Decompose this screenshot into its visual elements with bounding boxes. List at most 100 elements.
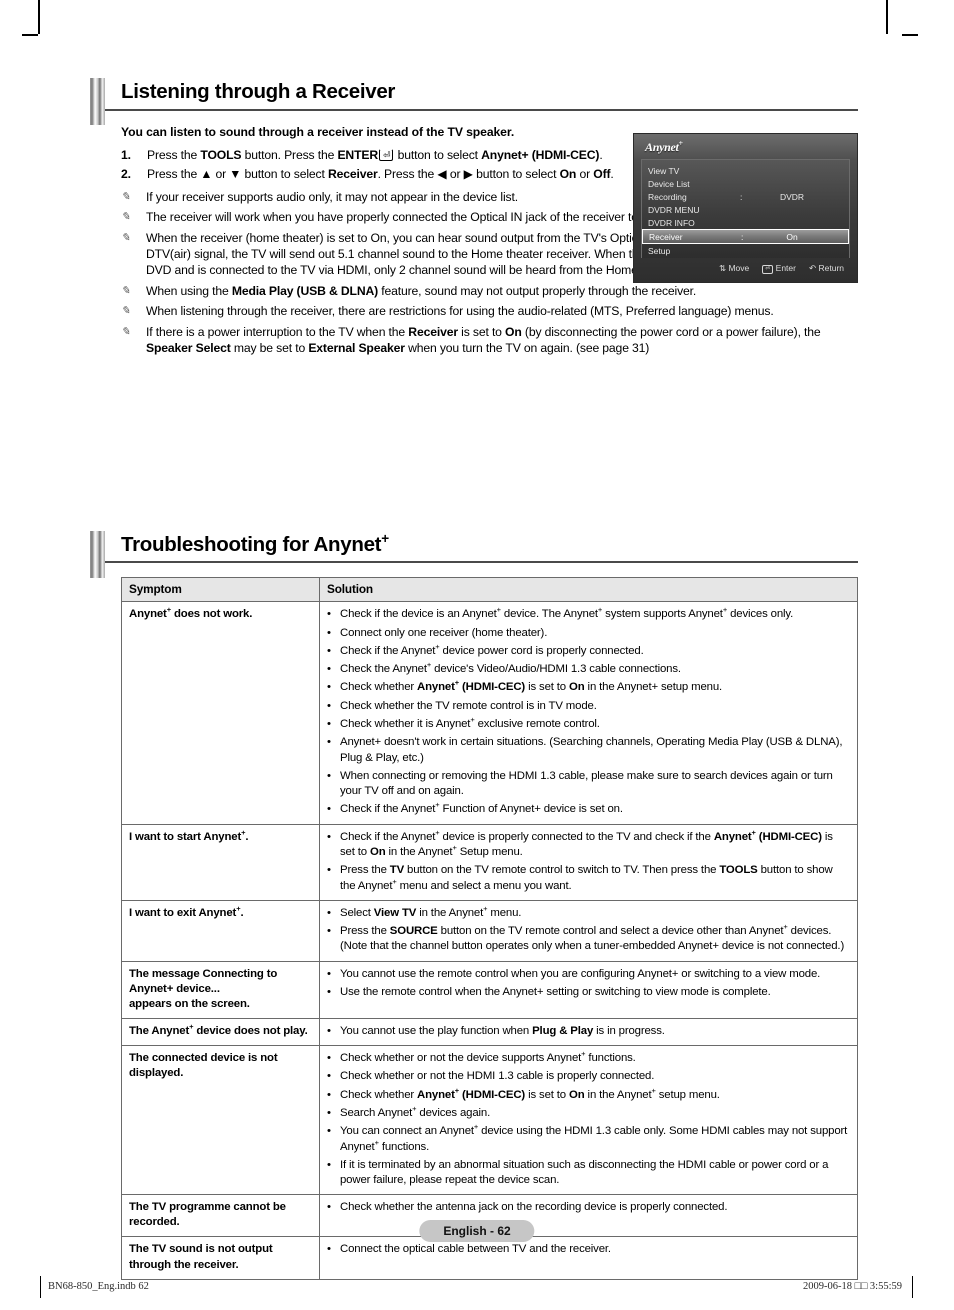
solution-text: Use the remote control when the Anynet+ … [340,985,771,998]
note-text: If there is a power interruption to the … [146,324,821,356]
osd-menu-item-selected[interactable]: Receiver : On [642,229,849,244]
osd-footer-hints: ⇅ Move ⏎ Enter ↶ Return [641,258,850,275]
solution-item: • Check whether or not the device suppor… [327,1049,850,1066]
solution-item: • Press the TV button on the TV remote c… [327,863,850,894]
osd-item-label: View TV [648,165,680,176]
solution-cell: • Check whether or not the device suppor… [319,1045,858,1196]
solution-text: Search Anynet+ devices again. [340,1104,491,1119]
solution-text: Select View TV in the Anynet+ menu. [340,904,522,919]
bullet-icon: • [327,1158,331,1171]
osd-hint-label: Enter [775,263,796,273]
solution-item: • Check whether it is Anynet+ exclusive … [327,716,850,732]
osd-item-value: On [786,231,798,242]
solution-text: When connecting or removing the HDMI 1.3… [340,769,833,798]
bullet-icon: • [327,681,331,694]
note-item: ✎ If there is a power interruption to th… [121,324,858,357]
symptom-text: Anynet+ does not work. [129,605,253,621]
bullet-icon: • [327,736,331,749]
solution-item: • You cannot use the play function when … [327,1024,850,1039]
solution-item: • Check whether Anynet+ (HDMI-CEC) is se… [327,679,850,695]
footer-timestamp: 2009-06-18 □□ 3:55:59 [802,1281,902,1292]
solution-item: • You can connect an Anynet+ device usin… [327,1122,850,1155]
symptom-cell: The TV sound is not output through the r… [121,1236,320,1280]
solution-text: Check whether or not the device supports… [340,1049,636,1065]
osd-menu-list: View TV Device List Recording : DVDR DVD… [641,159,850,258]
footer-file-meta: BN68-850_Eng.indb 62 [48,1281,149,1292]
symptom-text: The TV programme cannot be recorded. [129,1201,286,1229]
bullet-icon: • [327,803,331,816]
symptom-cell: The Anynet+ device does not play. [121,1017,320,1047]
solution-item: • Check the Anynet+ device's Video/Audio… [327,660,850,677]
table-header-row: Symptom Solution [121,577,858,603]
crop-mark-top-right [886,0,888,34]
solution-item: • Check if the Anynet+ Function of Anyne… [327,801,850,817]
osd-menu-item[interactable]: Device List [642,177,849,190]
section-troubleshooting: Troubleshooting for Anynet+ Symptom Solu… [90,530,858,1280]
osd-menu-item[interactable]: DVDR INFO [642,216,849,229]
section-accent-bar [90,78,105,125]
crop-mark-top-left [38,0,40,34]
bullet-icon: • [327,1201,331,1214]
solution-item: • Check if the device is an Anynet+ devi… [327,606,850,622]
anynet-logo-superscript: + [678,139,684,148]
note-text: When using the Media Play (USB & DLNA) f… [146,283,697,298]
osd-menu-item[interactable]: View TV [642,164,849,177]
solution-text: You cannot use the remote control when y… [340,967,821,980]
osd-hint-return: ↶ Return [809,263,844,275]
note-item: ✎ When listening through the receiver, t… [121,303,858,319]
table-row: The TV sound is not output through the r… [121,1236,858,1280]
crop-mark-left-top [22,34,38,36]
solution-cell: • Check if the device is an Anynet+ devi… [319,601,858,825]
enter-key-icon: ⏎ [379,148,394,161]
enter-key-icon: ⏎ [762,265,774,274]
solution-text: Anynet+ doesn't work in certain situatio… [340,736,843,764]
osd-item-label: DVDR MENU [648,204,700,215]
move-icon: ⇅ [718,263,727,273]
bullet-icon: • [327,1070,331,1083]
osd-item-label: Recording [648,191,687,202]
anynet-logo: Anynet+ [641,139,850,159]
solution-cell: • Check whether the antenna jack on the … [319,1194,858,1238]
table-row: The Anynet+ device does not play. • You … [121,1017,858,1047]
note-pencil-icon: ✎ [121,231,131,244]
troubleshooting-title-superscript: + [381,530,389,546]
solution-item: • Press the SOURCE button on the TV remo… [327,923,850,955]
solution-text: Check if the Anynet+ device power cord i… [340,642,644,657]
note-text: When listening through the receiver, the… [146,304,774,319]
bullet-icon: • [327,718,331,731]
section-header-troubleshooting: Troubleshooting for Anynet+ [90,530,858,578]
section-header: Listening through a Receiver [90,78,858,125]
solution-cell: • Check if the Anynet+ device is properl… [319,823,858,901]
bullet-icon: • [327,925,331,938]
bullet-icon: • [327,906,331,919]
solution-text: You can connect an Anynet+ device using … [340,1122,848,1153]
osd-item-label: Receiver [649,231,683,242]
solution-text: Check whether Anynet+ (HDMI-CEC) is set … [340,1085,720,1101]
bullet-icon: • [327,1243,331,1256]
solution-item: • Search Anynet+ devices again. [327,1104,850,1121]
symptom-cell: I want to start Anynet+. [121,823,320,901]
symptom-text: The Anynet+ device does not play. [129,1022,308,1037]
page-title: Listening through a Receiver [121,80,396,103]
bullet-icon: • [327,644,331,657]
solution-item: • Anynet+ doesn't work in certain situat… [327,735,850,766]
solution-cell: • You cannot use the play function when … [319,1017,858,1047]
solution-text: You cannot use the play function when Pl… [340,1024,665,1037]
osd-menu-item[interactable]: Setup [642,244,849,257]
bullet-icon: • [327,864,331,877]
solution-item: • Check whether the TV remote control is… [327,699,850,714]
page-number-badge: English - 62 [419,1220,535,1242]
solution-text: Press the TV button on the TV remote con… [340,864,833,892]
note-pencil-icon: ✎ [121,284,131,297]
osd-item-label: Setup [648,245,671,256]
solution-item: • If it is terminated by an abnormal sit… [327,1158,850,1189]
symptom-text: I want to start Anynet+. [129,827,249,843]
osd-menu-item[interactable]: DVDR MENU [642,203,849,216]
osd-menu-item[interactable]: Recording : DVDR [642,190,849,203]
solution-text: Check if the Anynet+ device is properly … [340,827,833,858]
solution-text: Check the Anynet+ device's Video/Audio/H… [340,660,681,676]
table-row: Anynet+ does not work. • Check if the de… [121,601,858,825]
osd-hint-move: ⇅ Move [719,263,749,275]
osd-item-colon: : [740,191,743,202]
table-row: I want to exit Anynet+. • Select View TV… [121,899,858,962]
